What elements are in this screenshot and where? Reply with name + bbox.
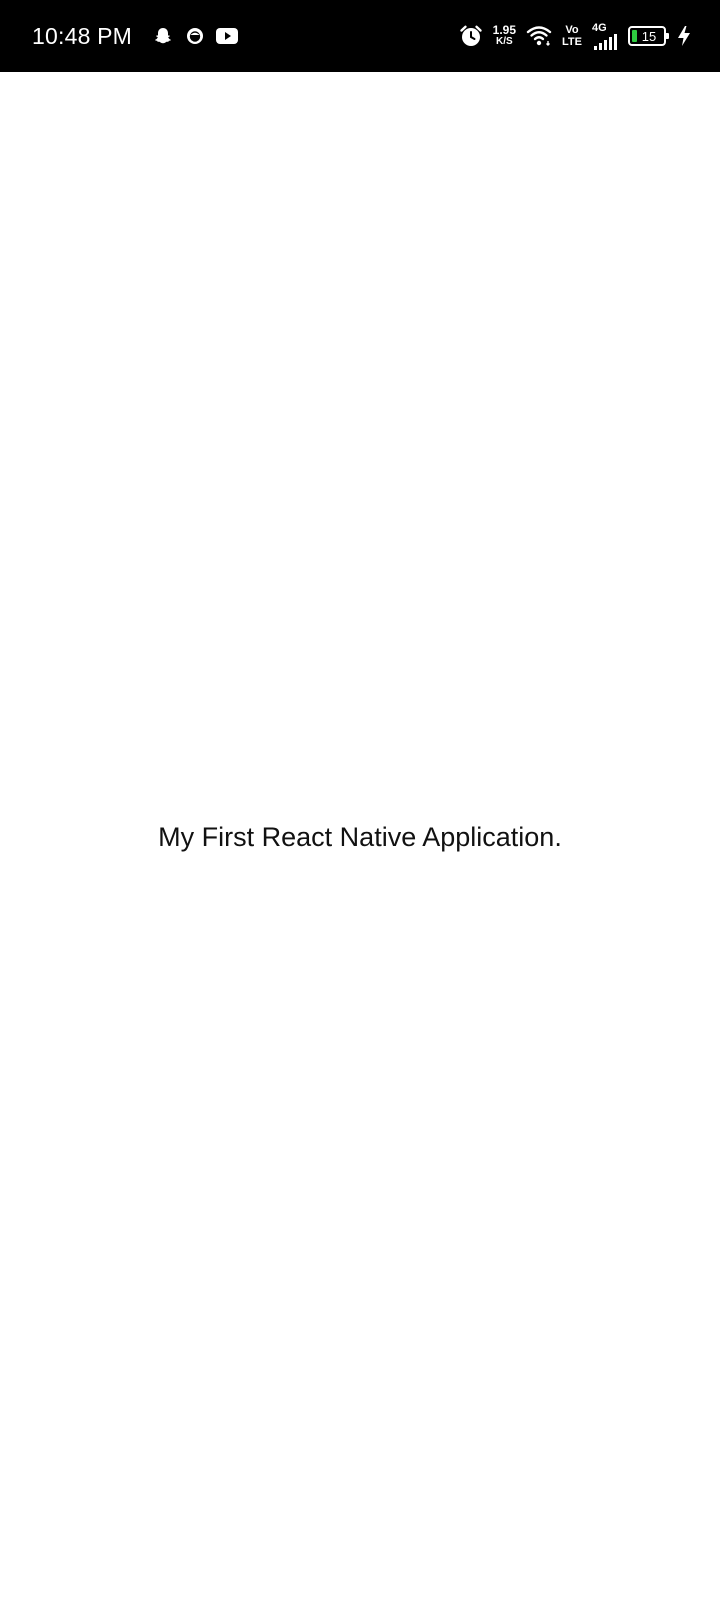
status-bar: 10:48 PM 1.95 K/S Vo LTE 4G 15: [0, 0, 720, 72]
volte-top: Vo: [565, 24, 579, 36]
signal-bars-icon: [594, 34, 617, 50]
battery-icon: 15: [628, 26, 669, 46]
status-right: 1.95 K/S Vo LTE 4G 15: [449, 0, 692, 72]
cellular-signal: 4G: [592, 22, 618, 50]
network-speed-unit: K/S: [496, 36, 513, 47]
charging-icon: [676, 25, 692, 47]
wifi-icon: [526, 25, 552, 47]
status-left: 10:48 PM: [32, 0, 239, 72]
app-content: My First React Native Application.: [0, 72, 720, 1600]
alarm-icon: [459, 24, 483, 48]
network-speed: 1.95 K/S: [493, 24, 516, 48]
chat-bubble-icon: [184, 25, 206, 47]
network-speed-value: 1.95: [492, 23, 517, 37]
status-time: 10:48 PM: [32, 22, 133, 49]
app-message: My First React Native Application.: [158, 821, 562, 852]
volte-bottom: LTE: [562, 36, 582, 48]
snapchat-icon: [152, 25, 174, 47]
battery-indicator: 15: [628, 26, 669, 46]
battery-level: 15: [641, 28, 657, 44]
youtube-icon: [216, 25, 239, 47]
volte-indicator: Vo LTE: [562, 24, 582, 48]
network-type: 4G: [592, 22, 607, 34]
battery-tip: [666, 33, 669, 39]
